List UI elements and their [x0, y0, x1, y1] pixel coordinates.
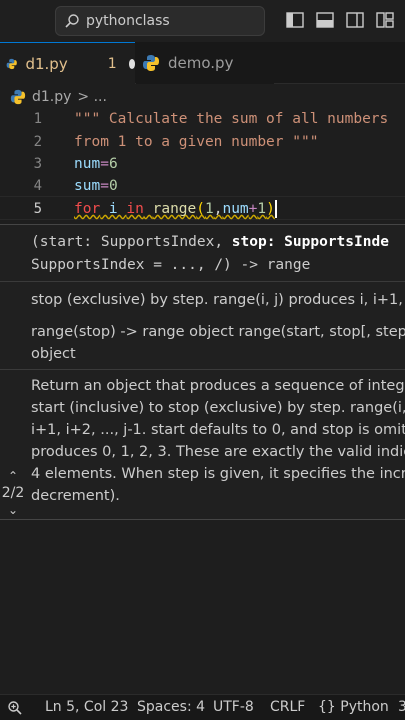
code-line-current: 5 for i in range(1,num+1) — [0, 198, 405, 220]
tab-bar: d1.py 1 demo.py — [0, 42, 405, 84]
code-function: range — [152, 201, 197, 217]
code-text: num=6 — [74, 156, 118, 172]
doc-paragraph-3-line4: produces 0, 1, 2, 3. These are exactly t… — [31, 444, 405, 460]
code-variable: i — [100, 201, 127, 217]
doc-paragraph-1: stop (exclusive) by step. range(i, j) pr… — [31, 292, 405, 308]
line-number: 5 — [33, 201, 42, 217]
code-variable: num — [74, 156, 101, 172]
python-file-icon — [143, 55, 159, 71]
doc-paragraph-3-line2: start (inclusive) to stop (exclusive) by… — [31, 400, 405, 416]
command-search-box[interactable]: pythonclass — [55, 6, 265, 36]
cursor-position[interactable]: Ln 5, Col 23 — [45, 699, 128, 715]
doc-paragraph-3-line5: 4 elements. When step is given, it speci… — [31, 466, 405, 482]
unsaved-dot-icon[interactable] — [128, 58, 135, 69]
code-bracket: ( — [196, 201, 205, 217]
signature-help-widget[interactable]: (start: SupportsIndex, stop: SupportsInd… — [0, 224, 405, 520]
code-operator: = — [100, 156, 109, 172]
code-text: for i in range(1,num+1) — [74, 200, 277, 218]
indentation-setting[interactable]: Spaces: 4 — [137, 699, 205, 715]
doc-paragraph-3-line6: decrement). — [31, 488, 120, 504]
code-line: 3 num=6 — [0, 153, 405, 175]
file-encoding[interactable]: UTF-8 — [213, 699, 254, 715]
tab-demo-label: demo.py — [168, 54, 234, 72]
search-text: pythonclass — [86, 13, 170, 29]
divider — [0, 369, 405, 370]
code-editor[interactable]: 1 """ Calculate the sum of all numbers 2… — [0, 108, 405, 226]
code-number: 1 — [257, 201, 267, 217]
overload-pager: ⌃ 2/2 ⌄ — [0, 469, 26, 517]
search-icon — [65, 14, 79, 28]
python-file-icon — [10, 89, 26, 105]
code-variable: num — [222, 201, 249, 217]
customize-layout-icon[interactable] — [375, 10, 395, 30]
language-label: Python — [340, 699, 389, 715]
tab-demo-py[interactable]: demo.py — [136, 42, 274, 84]
breadcrumb-file[interactable]: d1.py — [32, 89, 71, 105]
status-extra[interactable]: 3 — [398, 699, 405, 715]
signature-text: (start: SupportsIndex, stop: SupportsInd… — [31, 231, 389, 277]
title-bar: pythonclass — [0, 0, 405, 42]
line-number: 2 — [33, 134, 42, 150]
code-variable: sum — [74, 178, 101, 194]
breadcrumb[interactable]: d1.py > ... — [10, 86, 107, 108]
code-number: 0 — [108, 178, 118, 194]
code-keyword: for — [74, 201, 101, 217]
zoom-icon[interactable] — [0, 695, 30, 720]
chevron-down-icon[interactable]: ⌄ — [0, 503, 26, 517]
code-bracket: ) — [266, 201, 275, 217]
braces-icon: {} — [318, 699, 336, 715]
line-number: 4 — [33, 178, 42, 194]
code-text: from 1 to a given number """ — [74, 134, 319, 150]
signature-line2: SupportsIndex = ..., /) -> range — [31, 257, 311, 273]
code-line: 1 """ Calculate the sum of all numbers — [0, 108, 405, 130]
line-ending[interactable]: CRLF — [270, 699, 305, 715]
line-number: 1 — [33, 111, 42, 127]
python-file-icon — [6, 58, 17, 69]
signature-active-param: stop: SupportsInde — [231, 234, 389, 250]
problems-count: 1 — [107, 55, 117, 72]
code-line: 4 sum=0 — [0, 175, 405, 197]
code-text: """ Calculate the sum of all numbers — [74, 111, 389, 127]
tab-d1-py[interactable]: d1.py 1 — [0, 42, 135, 84]
line-number: 3 — [33, 156, 42, 172]
text-cursor — [274, 200, 277, 218]
chevron-up-icon[interactable]: ⌃ — [0, 469, 26, 483]
status-bar: Ln 5, Col 23 Spaces: 4 UTF-8 CRLF {} Pyt… — [0, 694, 405, 720]
language-mode[interactable]: {} Python — [318, 699, 389, 715]
overload-count: 2/2 — [1, 485, 25, 501]
code-number: 6 — [108, 156, 118, 172]
toggle-secondary-sidebar-icon[interactable] — [345, 10, 365, 30]
code-text: sum=0 — [74, 178, 118, 194]
code-line: 2 from 1 to a given number """ — [0, 131, 405, 153]
divider — [0, 281, 405, 282]
code-keyword: in — [126, 201, 144, 217]
doc-paragraph-2-line2: object — [31, 346, 76, 362]
tab-d1-label: d1.py — [25, 54, 68, 73]
toggle-panel-icon[interactable] — [315, 10, 335, 30]
breadcrumb-rest[interactable]: > ... — [77, 89, 107, 105]
code-operator: = — [100, 178, 109, 194]
code-number: 1 — [205, 201, 214, 217]
toggle-primary-sidebar-icon[interactable] — [285, 10, 305, 30]
signature-line1: (start: SupportsIndex, — [31, 234, 232, 250]
doc-paragraph-2-line1: range(stop) -> range object range(start,… — [31, 324, 405, 340]
doc-paragraph-3-line3: i+1, i+2, ..., j-1. start defaults to 0,… — [31, 422, 405, 438]
doc-paragraph-3-line1: Return an object that produces a sequenc… — [31, 378, 405, 394]
